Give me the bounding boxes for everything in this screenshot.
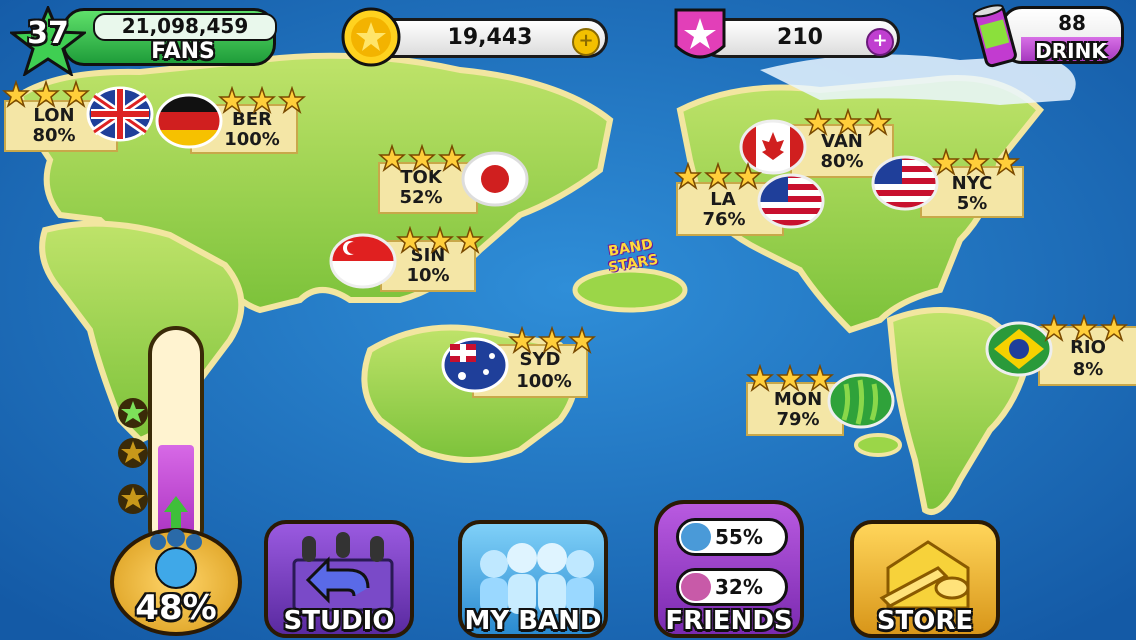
city-percent: 5% xyxy=(956,193,988,214)
friend-percent: 32% xyxy=(715,575,763,599)
friend-avatar xyxy=(681,523,711,551)
city-percent: 76% xyxy=(702,209,746,230)
rating-stars-icon xyxy=(509,327,595,353)
rating-stars-icon xyxy=(2,80,89,109)
meter-percent: 48% xyxy=(135,588,217,628)
friend-percent: 55% xyxy=(715,525,763,549)
store-label: STORE xyxy=(876,606,974,636)
crowd-globe-icon xyxy=(150,529,202,589)
stars-value: 210 xyxy=(777,25,823,50)
rating-stars-icon xyxy=(379,145,465,171)
star-badge-icon xyxy=(674,8,726,59)
drink-can-icon xyxy=(972,4,1017,68)
studio-label: STUDIO xyxy=(283,606,395,636)
rating-stars-icon xyxy=(397,227,483,253)
meter-star-icon xyxy=(118,438,148,468)
rating-stars-icon xyxy=(1041,315,1127,341)
rating-stars-icon xyxy=(219,87,305,113)
rating-stars-icon xyxy=(675,163,761,189)
store-button[interactable]: STORE xyxy=(850,520,1000,638)
flag-germany-icon[interactable] xyxy=(154,92,224,150)
add-stars-button[interactable]: + xyxy=(866,28,894,56)
store-instruments-icon xyxy=(879,540,970,610)
city-percent: 52% xyxy=(399,187,443,208)
friends-button[interactable]: 55% 32% FRIENDS xyxy=(654,500,804,638)
city-percent: 100% xyxy=(516,371,572,392)
my-band-label: MY BAND xyxy=(464,606,602,636)
rating-stars-icon xyxy=(805,109,891,135)
band-island xyxy=(572,267,688,313)
add-coins-button[interactable]: + xyxy=(572,28,600,56)
friend-avatar xyxy=(681,573,711,601)
flag-usa-icon[interactable] xyxy=(870,154,940,212)
city-percent: 79% xyxy=(776,409,820,430)
city-percent: 10% xyxy=(406,265,450,286)
flag-australia-icon[interactable] xyxy=(440,336,510,394)
city-percent: 100% xyxy=(224,129,280,150)
fans-panel[interactable]: 21,098,459 FANS xyxy=(62,8,277,66)
rating-stars-icon xyxy=(747,365,833,391)
drink-label: DRINK xyxy=(1021,37,1121,61)
friend-row[interactable]: 32% xyxy=(676,568,788,606)
friends-label: FRIENDS xyxy=(665,606,793,636)
coin-icon xyxy=(341,7,401,67)
meter-star-icon xyxy=(118,484,148,514)
drink-count: 88 xyxy=(1058,11,1086,35)
flag-singapore-icon[interactable] xyxy=(328,232,398,290)
level-number: 37 xyxy=(27,16,69,51)
fans-label: FANS xyxy=(151,39,215,64)
my-band-button[interactable]: MY BAND xyxy=(458,520,608,638)
studio-button[interactable]: STUDIO xyxy=(264,520,414,638)
city-percent: 8% xyxy=(1072,359,1104,380)
friend-row[interactable]: 55% xyxy=(676,518,788,556)
city-percent: 80% xyxy=(820,151,864,172)
coins-value: 19,443 xyxy=(447,25,533,50)
city-percent: 80% xyxy=(32,125,76,146)
volcano-island xyxy=(854,433,902,457)
fans-count: 21,098,459 xyxy=(93,13,277,41)
rating-stars-icon xyxy=(933,149,1019,175)
meter-star-green-icon xyxy=(118,398,148,428)
